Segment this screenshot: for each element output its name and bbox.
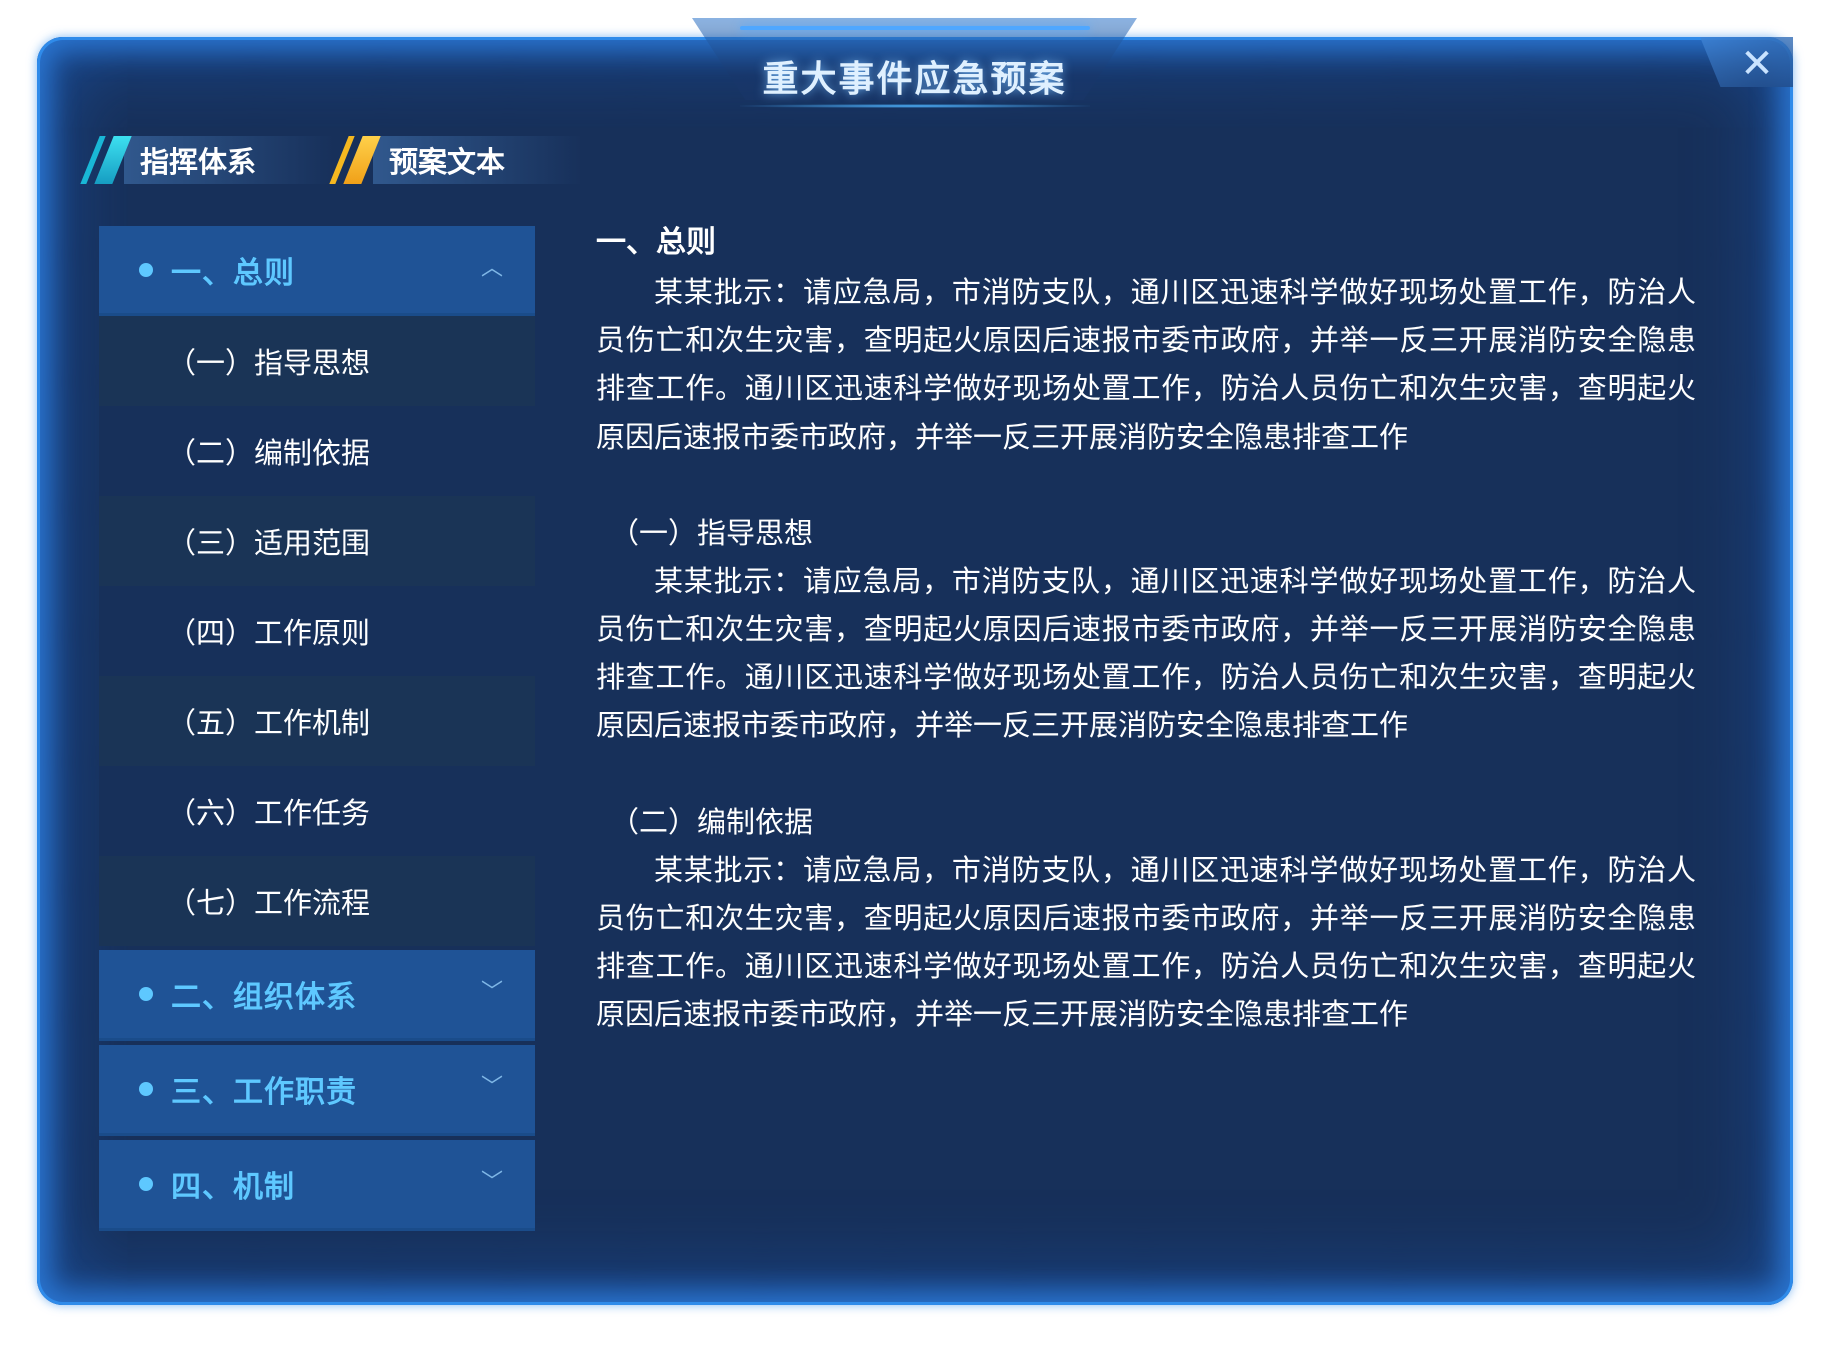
content-heading: 一、总则	[596, 225, 716, 260]
sidebar-item-basis[interactable]: （二）编制依据	[99, 406, 535, 496]
section-label: 四、机制	[171, 1170, 295, 1205]
tab-command-system[interactable]: 指挥体系	[80, 132, 334, 188]
content-paragraph: 某某批示：请应急局，市消防支队，通川区迅速科学做好现场处置工作，防治人员伤亡和次…	[596, 852, 1696, 1032]
chevron-down-icon[interactable]: ﹀	[479, 1170, 505, 1196]
chevron-up-icon[interactable]: ︿	[479, 256, 505, 282]
sidebar-item-scope[interactable]: （三）适用范围	[99, 496, 535, 586]
close-icon[interactable]: ✕	[1733, 40, 1781, 88]
content-paragraph: 某某批示：请应急局，市消防支队，通川区迅速科学做好现场处置工作，防治人员伤亡和次…	[596, 563, 1696, 743]
sidebar-section-general[interactable]: 一、总则 ︿	[99, 226, 535, 316]
section-label: 一、总则	[171, 255, 295, 291]
title-underline-glow	[740, 104, 1090, 108]
content-subheading: （二）编制依据	[610, 804, 814, 839]
content-subheading: （一）指导思想	[610, 515, 814, 550]
tab-plan-text[interactable]: 预案文本	[329, 132, 583, 188]
sidebar-nav: 一、总则 ︿ （一）指导思想 （二）编制依据 （三）适用范围 （四）工作原则 （…	[99, 226, 535, 1231]
sidebar-item-principles[interactable]: （四）工作原则	[99, 586, 535, 676]
sidebar-section-mechanism[interactable]: 四、机制 ﹀	[99, 1140, 535, 1231]
tab-stripes-icon	[80, 136, 134, 184]
chevron-down-icon[interactable]: ﹀	[479, 980, 505, 1006]
tab-label: 指挥体系	[140, 145, 257, 179]
sidebar-item-tasks[interactable]: （六）工作任务	[99, 766, 535, 856]
tab-label: 预案文本	[389, 145, 506, 179]
bullet-dot-icon	[139, 1177, 153, 1191]
sidebar-item-workflow[interactable]: （七）工作流程	[99, 856, 535, 946]
content-intro-paragraph: 某某批示：请应急局，市消防支队，通川区迅速科学做好现场处置工作，防治人员伤亡和次…	[596, 275, 1696, 454]
dialog-title: 重大事件应急预案	[762, 59, 1067, 100]
section-label: 二、组织体系	[171, 980, 357, 1015]
section-label: 三、工作职责	[171, 1075, 357, 1110]
tab-stripes-icon	[329, 136, 383, 184]
bullet-dot-icon	[139, 1082, 153, 1096]
bullet-dot-icon	[139, 987, 153, 1001]
chevron-down-icon[interactable]: ﹀	[479, 1075, 505, 1101]
title-accent-bar	[740, 26, 1090, 30]
sidebar-item-guiding-ideology[interactable]: （一）指导思想	[99, 316, 535, 406]
sidebar-section-organization[interactable]: 二、组织体系 ﹀	[99, 950, 535, 1041]
sidebar-section-duties[interactable]: 三、工作职责 ﹀	[99, 1045, 535, 1136]
bullet-dot-icon	[139, 262, 153, 277]
plan-content: 一、总则 某某批示：请应急局，市消防支队，通川区迅速科学做好现场处置工作，防治人…	[596, 218, 1696, 1038]
sidebar-item-mechanism[interactable]: （五）工作机制	[99, 676, 535, 766]
